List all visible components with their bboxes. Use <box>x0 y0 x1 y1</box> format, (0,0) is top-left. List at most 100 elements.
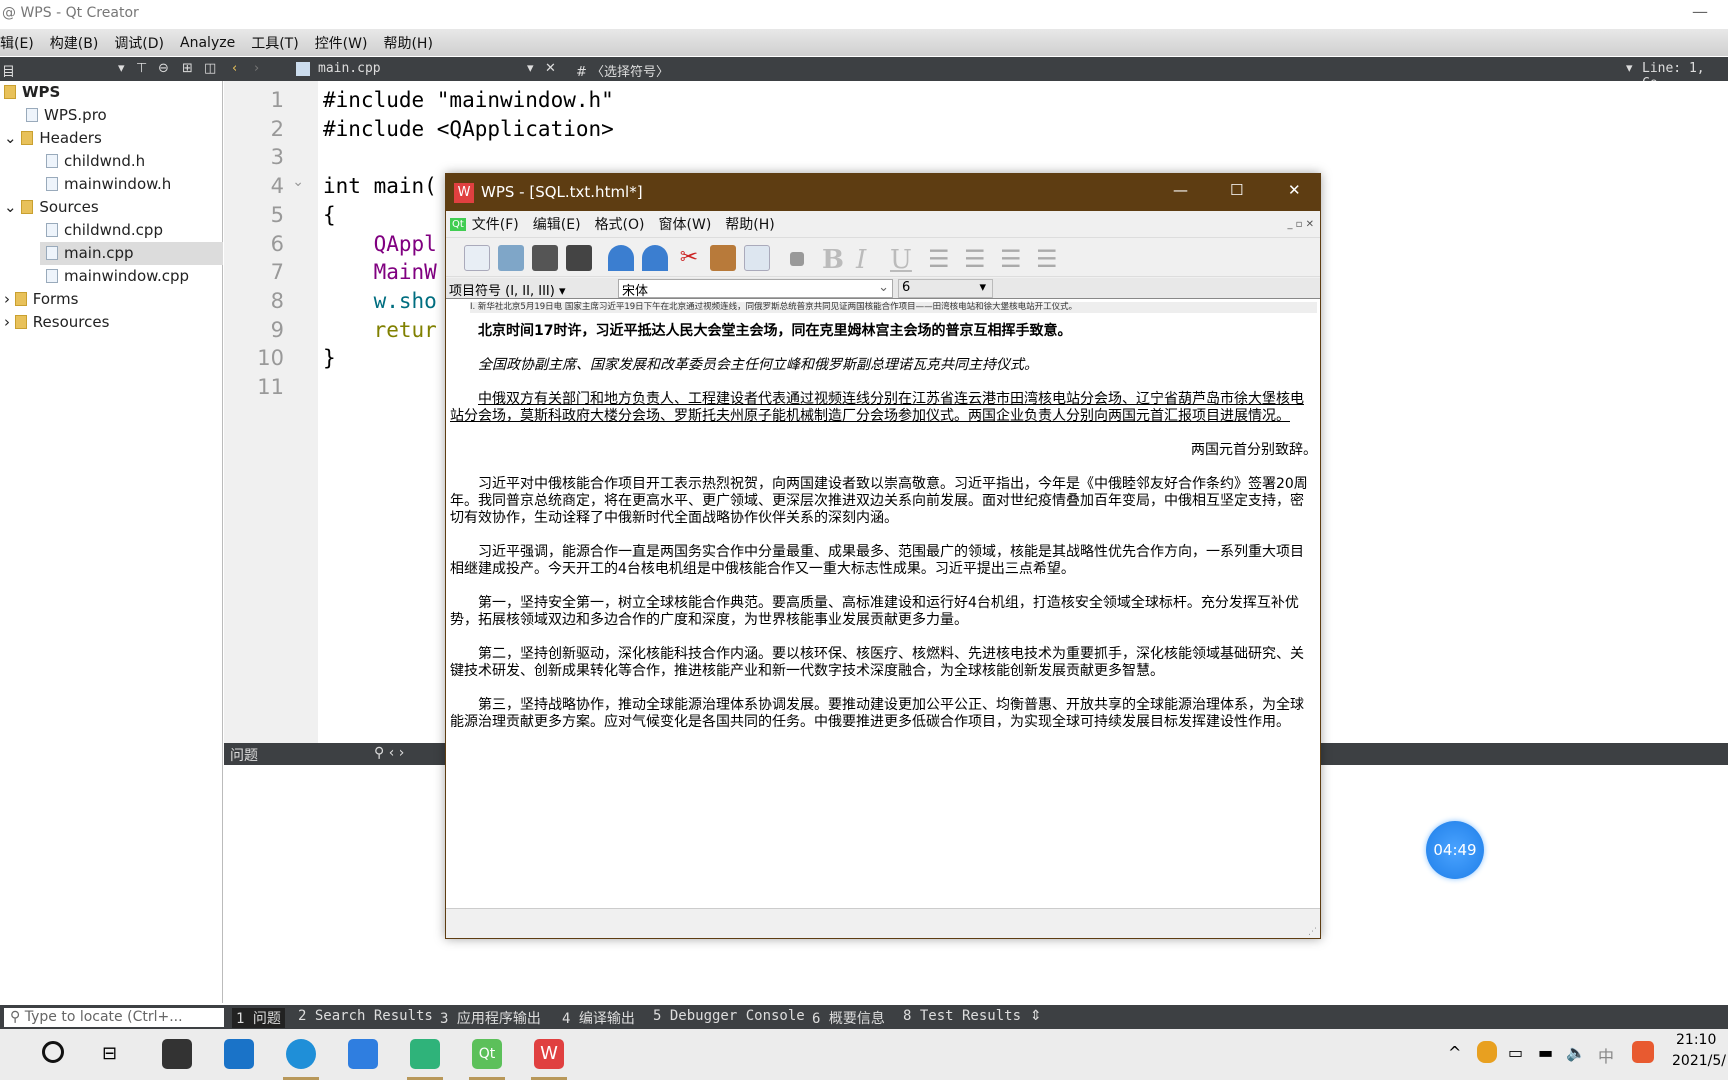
italic-icon[interactable]: I <box>856 245 882 275</box>
maximize-button[interactable]: ☐ <box>1230 181 1243 199</box>
cpp-file-icon <box>46 223 58 237</box>
copy-icon[interactable] <box>710 245 736 271</box>
tree-item-mainwindow-h[interactable]: mainwindow.h <box>46 173 171 196</box>
menu-help[interactable]: 帮助(H) <box>725 214 774 234</box>
fold-chevron-icon[interactable]: ⌄ <box>290 174 304 190</box>
network-icon[interactable]: ▭ <box>1508 1043 1523 1062</box>
menu-edit[interactable]: 辑(E) <box>0 33 34 53</box>
wps-title: WPS - [SQL.txt.html*] <box>481 183 643 201</box>
mdi-controls[interactable]: _ ▫ ✕ <box>1287 219 1314 230</box>
tree-item-forms[interactable]: › Forms <box>4 288 78 311</box>
tree-item-childwnd-cpp[interactable]: childwnd.cpp <box>46 219 163 242</box>
open-file[interactable]: main.cpp <box>318 61 381 76</box>
tree-item-headers[interactable]: ⌄ Headers <box>4 127 102 150</box>
font-size-combo[interactable]: 6 ▾ <box>898 279 993 298</box>
open-icon[interactable] <box>498 245 524 271</box>
font-combo[interactable]: 宋体 ⌄ <box>618 279 893 299</box>
filter-icon[interactable]: ⚲ ‹ › <box>374 745 404 761</box>
tab-search-results[interactable]: 2 Search Results <box>298 1008 433 1024</box>
tab-issues[interactable]: 1 问题 <box>232 1008 285 1028</box>
tree-item-resources[interactable]: › Resources <box>4 311 109 334</box>
tab-app-output[interactable]: 3 应用程序输出 <box>440 1008 541 1028</box>
task-view-icon[interactable]: ⊟ <box>102 1043 117 1064</box>
back-icon[interactable]: ‹ <box>232 61 237 76</box>
tree-item-main-cpp[interactable]: main.cpp <box>40 242 223 265</box>
qt-creator-icon[interactable]: Qt <box>472 1039 502 1069</box>
edge-icon[interactable] <box>286 1039 316 1069</box>
store-icon[interactable] <box>162 1039 192 1069</box>
format-combo-row: 项目符号 (I, II, III) ▾ 宋体 ⌄ 6 ▾ <box>446 278 1320 299</box>
qq-icon[interactable] <box>1477 1041 1497 1063</box>
menu-format[interactable]: 格式(O) <box>595 214 645 234</box>
recording-timer[interactable]: 04:49 <box>1426 821 1484 879</box>
underline-icon[interactable]: U <box>890 245 916 275</box>
tree-item-sources[interactable]: ⌄ Sources <box>4 196 99 219</box>
color-icon[interactable] <box>790 252 804 266</box>
doc-first-line: I. 新华社北京5月19日电 国家主席习近平19日下午在北京通过视频连线，同俄罗… <box>470 302 1317 313</box>
clock-date[interactable]: 2021/5/ <box>1672 1053 1726 1069</box>
cortana-icon[interactable] <box>42 1041 64 1063</box>
print-icon[interactable] <box>566 245 592 271</box>
close-file-icon[interactable]: ✕ <box>545 61 556 76</box>
clock-time[interactable]: 21:10 <box>1676 1032 1716 1048</box>
menu-debug[interactable]: 调试(D) <box>114 33 164 53</box>
tray-expand-icon[interactable]: ^ <box>1448 1043 1461 1062</box>
dropdown-icon[interactable]: ▾ <box>118 61 125 76</box>
tab-test-results[interactable]: 8 Test Results <box>903 1008 1021 1024</box>
symbol-selector[interactable]: # 〈选择符号〉 <box>576 61 669 80</box>
close-button[interactable]: ✕ <box>1288 181 1301 199</box>
tree-item-childwnd-h[interactable]: childwnd.h <box>46 150 145 173</box>
doc-paragraph: 习近平对中俄核能合作项目开工表示热烈祝贺，向两国建设者致以崇高敬意。习近平指出，… <box>450 476 1308 526</box>
wps-app-icon[interactable]: W <box>534 1039 564 1069</box>
menu-edit[interactable]: 编辑(E) <box>533 214 581 234</box>
bold-icon[interactable]: B <box>822 245 848 275</box>
menu-build[interactable]: 构建(B) <box>50 33 99 53</box>
redo-icon[interactable] <box>642 245 668 271</box>
doc-paragraph: 习近平强调，能源合作一直是两国务实合作中分量最重、成果最多、范围最广的领域，核能… <box>450 544 1304 577</box>
mail-icon[interactable] <box>224 1039 254 1069</box>
align-left-icon[interactable]: ☰ <box>928 245 954 273</box>
align-center-icon[interactable]: ☰ <box>964 245 990 273</box>
dropdown-icon[interactable]: ▾ <box>527 61 534 76</box>
list-style-combo[interactable]: 项目符号 (I, II, III) ▾ <box>449 280 565 299</box>
menu-controls[interactable]: 控件(W) <box>315 33 368 53</box>
project-selector[interactable]: 目 <box>2 61 15 80</box>
menu-tools[interactable]: 工具(T) <box>251 33 298 53</box>
paste-icon[interactable] <box>744 245 770 271</box>
minimize-button[interactable]: — <box>1692 2 1708 21</box>
sogou-icon[interactable] <box>1632 1041 1654 1063</box>
tree-item-pro[interactable]: WPS.pro <box>26 104 107 127</box>
ime-indicator[interactable]: 中 <box>1598 1043 1614 1067</box>
dropdown-icon[interactable]: ▾ <box>1626 61 1633 76</box>
tree-item-wps[interactable]: WPS <box>4 81 60 104</box>
menu-help[interactable]: 帮助(H) <box>383 33 432 53</box>
menu-window[interactable]: 窗体(W) <box>659 214 712 234</box>
minimize-button[interactable]: — <box>1173 181 1188 199</box>
menu-analyze[interactable]: Analyze <box>180 35 235 51</box>
menu-file[interactable]: 文件(F) <box>472 214 519 234</box>
project-icon <box>4 85 16 99</box>
tree-item-mainwindow-cpp[interactable]: mainwindow.cpp <box>46 265 189 288</box>
new-icon[interactable] <box>464 245 490 271</box>
link-icon[interactable]: ⊖ <box>158 61 169 76</box>
align-right-icon[interactable]: ☰ <box>1036 245 1062 273</box>
feishu-icon[interactable] <box>348 1039 378 1069</box>
filter-icon[interactable]: ⊤ <box>136 61 147 76</box>
forward-icon[interactable]: › <box>254 61 259 76</box>
tab-compile-output[interactable]: 4 编译输出 <box>562 1008 635 1028</box>
locate-input[interactable]: ⚲ Type to locate (Ctrl+... <box>4 1008 224 1027</box>
undo-icon[interactable] <box>608 245 634 271</box>
resize-grip-icon[interactable]: ⋰ <box>1308 927 1317 937</box>
more-tabs-icon[interactable]: ⇕ <box>1030 1008 1042 1024</box>
document-editor[interactable]: I. 新华社北京5月19日电 国家主席习近平19日下午在北京通过视频连线，同俄罗… <box>446 298 1320 908</box>
cut-icon[interactable]: ✂ <box>676 245 702 271</box>
align-justify-icon[interactable]: ☰ <box>1000 245 1026 273</box>
volume-icon[interactable]: 🔈 <box>1566 1043 1586 1062</box>
tab-debugger-console[interactable]: 5 Debugger Console <box>653 1008 805 1024</box>
close-sidebar-icon[interactable]: ◫ <box>204 61 216 76</box>
tab-summary[interactable]: 6 概要信息 <box>812 1008 885 1028</box>
battery-icon[interactable]: ▬ <box>1538 1043 1553 1062</box>
split-icon[interactable]: ⊞ <box>182 61 193 76</box>
panda-app-icon[interactable] <box>410 1039 440 1069</box>
save-icon[interactable] <box>532 245 558 271</box>
